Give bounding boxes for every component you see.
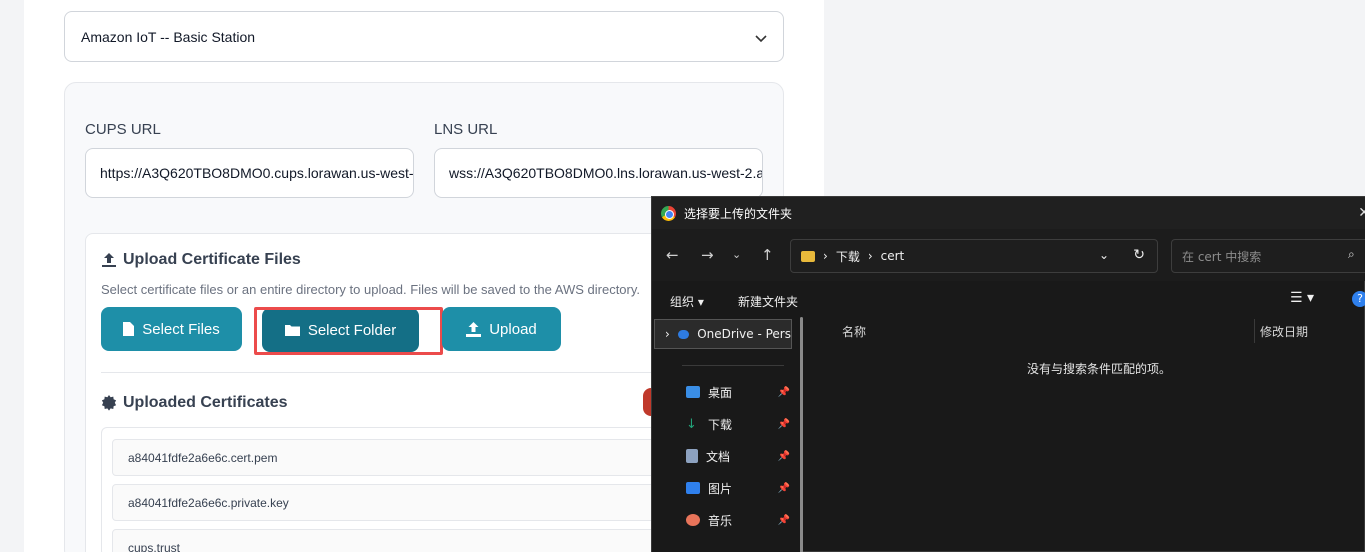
uploaded-title: Uploaded Certificates bbox=[101, 394, 287, 412]
pin-icon: 📌 bbox=[777, 482, 790, 494]
upload-button[interactable]: Upload bbox=[442, 307, 561, 351]
desktop-icon bbox=[686, 386, 700, 398]
help-icon[interactable]: ? bbox=[1352, 291, 1365, 307]
new-folder-button[interactable]: 新建文件夹 bbox=[738, 293, 798, 310]
sidebar-scrollbar[interactable] bbox=[800, 317, 803, 552]
chevron-down-icon bbox=[755, 30, 767, 46]
certificate-filename: a84041fdfe2a6e6c.private.key bbox=[128, 495, 289, 510]
column-header-modified[interactable]: 修改日期 bbox=[1260, 323, 1308, 340]
sidebar-item-label: 文档 bbox=[706, 449, 731, 464]
certificate-filename: cups.trust bbox=[128, 540, 181, 552]
breadcrumb-separator-icon: › bbox=[823, 249, 828, 263]
expand-icon[interactable]: › bbox=[665, 327, 670, 341]
sidebar-item-label: 音乐 bbox=[708, 513, 733, 528]
certificate-icon bbox=[101, 395, 117, 411]
download-icon: ↓ bbox=[686, 416, 697, 432]
cups-url-label: CUPS URL bbox=[85, 121, 161, 138]
lns-url-label: LNS URL bbox=[434, 121, 498, 138]
list-item[interactable]: a84041fdfe2a6e6c.cert.pem bbox=[112, 439, 672, 476]
music-icon bbox=[686, 514, 700, 526]
cups-url-value: https://A3Q620TBO8DMO0.cups.lorawan.us-w… bbox=[100, 165, 414, 181]
empty-results-message: 没有与搜索条件匹配的项。 bbox=[1027, 362, 1172, 376]
provider-select-value: Amazon IoT -- Basic Station bbox=[81, 28, 256, 45]
pin-icon: 📌 bbox=[777, 514, 790, 526]
upload-hint: Select certificate files or an entire di… bbox=[101, 282, 641, 297]
folder-icon bbox=[801, 250, 815, 262]
upload-title-text: Upload Certificate Files bbox=[123, 251, 301, 268]
search-icon: ⌕ bbox=[1348, 247, 1355, 261]
sidebar-item-label: 桌面 bbox=[708, 385, 733, 400]
cups-url-input[interactable]: https://A3Q620TBO8DMO0.cups.lorawan.us-w… bbox=[85, 148, 414, 198]
document-icon bbox=[686, 449, 698, 463]
cloud-icon bbox=[677, 329, 690, 339]
dialog-title: 选择要上传的文件夹 bbox=[684, 206, 793, 221]
list-item[interactable]: cups.trust bbox=[112, 529, 672, 552]
dialog-titlebar: 选择要上传的文件夹 ✕ bbox=[652, 197, 1365, 229]
lns-url-value: wss://A3Q620TBO8DMO0.lns.lorawan.us-west… bbox=[449, 165, 762, 181]
organize-menu[interactable]: 组织 ▾ bbox=[670, 293, 704, 310]
close-icon[interactable]: ✕ bbox=[1358, 205, 1365, 221]
file-icon bbox=[123, 322, 135, 336]
view-options-icon[interactable]: ☰ ▾ bbox=[1290, 290, 1314, 306]
sidebar-item-onedrive[interactable]: › OneDrive - Pers bbox=[654, 319, 792, 349]
dialog-navbar: ← → ⌄ ↑ › 下载 › cert ⌄ ↻ 在 cert 中搜索 ⌕ bbox=[652, 229, 1365, 281]
divider bbox=[101, 372, 661, 373]
folder-picker-dialog: 选择要上传的文件夹 ✕ ← → ⌄ ↑ › 下载 › cert ⌄ ↻ 在 ce… bbox=[651, 196, 1365, 552]
chrome-icon bbox=[661, 205, 676, 221]
provider-select[interactable]: Amazon IoT -- Basic Station bbox=[64, 11, 784, 62]
chevron-down-icon[interactable]: ⌄ bbox=[1099, 248, 1109, 262]
upload-title: Upload Certificate Files bbox=[101, 251, 301, 269]
sidebar-item-desktop[interactable]: 桌面 📌 bbox=[686, 381, 790, 403]
lns-url-input[interactable]: wss://A3Q620TBO8DMO0.lns.lorawan.us-west… bbox=[434, 148, 763, 198]
back-icon[interactable]: ← bbox=[666, 246, 679, 264]
sidebar-item-documents[interactable]: 文档 📌 bbox=[686, 445, 790, 467]
sidebar-item-label: 图片 bbox=[708, 481, 733, 496]
breadcrumb-cert[interactable]: cert bbox=[881, 249, 905, 263]
pin-icon: 📌 bbox=[777, 386, 790, 398]
sidebar-divider bbox=[682, 365, 784, 366]
column-header-name[interactable]: 名称 bbox=[842, 323, 866, 340]
list-item[interactable]: a84041fdfe2a6e6c.private.key bbox=[112, 484, 672, 521]
refresh-icon[interactable]: ↻ bbox=[1133, 247, 1145, 263]
uploaded-title-text: Uploaded Certificates bbox=[123, 394, 288, 411]
sidebar-item-pictures[interactable]: 图片 📌 bbox=[686, 477, 790, 499]
select-files-button[interactable]: Select Files bbox=[101, 307, 242, 351]
upload-label: Upload bbox=[489, 320, 537, 338]
file-list-pane: 名称 修改日期 没有与搜索条件匹配的项。 bbox=[812, 315, 1365, 552]
sidebar-item-label: OneDrive - Pers bbox=[697, 327, 791, 341]
recent-locations-icon[interactable]: ⌄ bbox=[732, 248, 741, 261]
sidebar-item-music[interactable]: 音乐 📌 bbox=[686, 509, 790, 531]
select-files-label: Select Files bbox=[142, 320, 220, 338]
address-bar[interactable]: › 下载 › cert ⌄ ↻ bbox=[790, 239, 1158, 273]
pin-icon: 📌 bbox=[777, 418, 790, 430]
pin-icon: 📌 bbox=[777, 450, 790, 462]
search-placeholder: 在 cert 中搜索 bbox=[1182, 249, 1262, 264]
breadcrumb-downloads[interactable]: 下载 bbox=[836, 248, 860, 265]
up-icon[interactable]: ↑ bbox=[761, 246, 774, 264]
dialog-sidebar: › OneDrive - Pers 桌面 📌 ↓ 下载 📌 文档 📌 图片 📌 bbox=[652, 315, 800, 552]
dialog-search-input[interactable]: 在 cert 中搜索 ⌕ bbox=[1171, 239, 1365, 273]
upload-icon bbox=[102, 253, 116, 267]
sidebar-item-label: 下载 bbox=[708, 417, 733, 432]
organize-label: 组织 bbox=[670, 295, 695, 309]
dialog-toolbar: 组织 ▾ 新建文件夹 ☰ ▾ ? bbox=[652, 285, 1365, 315]
column-separator[interactable] bbox=[1254, 319, 1255, 343]
picture-icon bbox=[686, 482, 700, 494]
breadcrumb-separator-icon: › bbox=[867, 249, 873, 263]
certificate-filename: a84041fdfe2a6e6c.cert.pem bbox=[128, 450, 278, 465]
forward-icon[interactable]: → bbox=[701, 246, 714, 264]
upload-icon bbox=[466, 321, 482, 337]
select-folder-highlight bbox=[254, 307, 443, 355]
sidebar-item-downloads[interactable]: ↓ 下载 📌 bbox=[686, 413, 790, 435]
